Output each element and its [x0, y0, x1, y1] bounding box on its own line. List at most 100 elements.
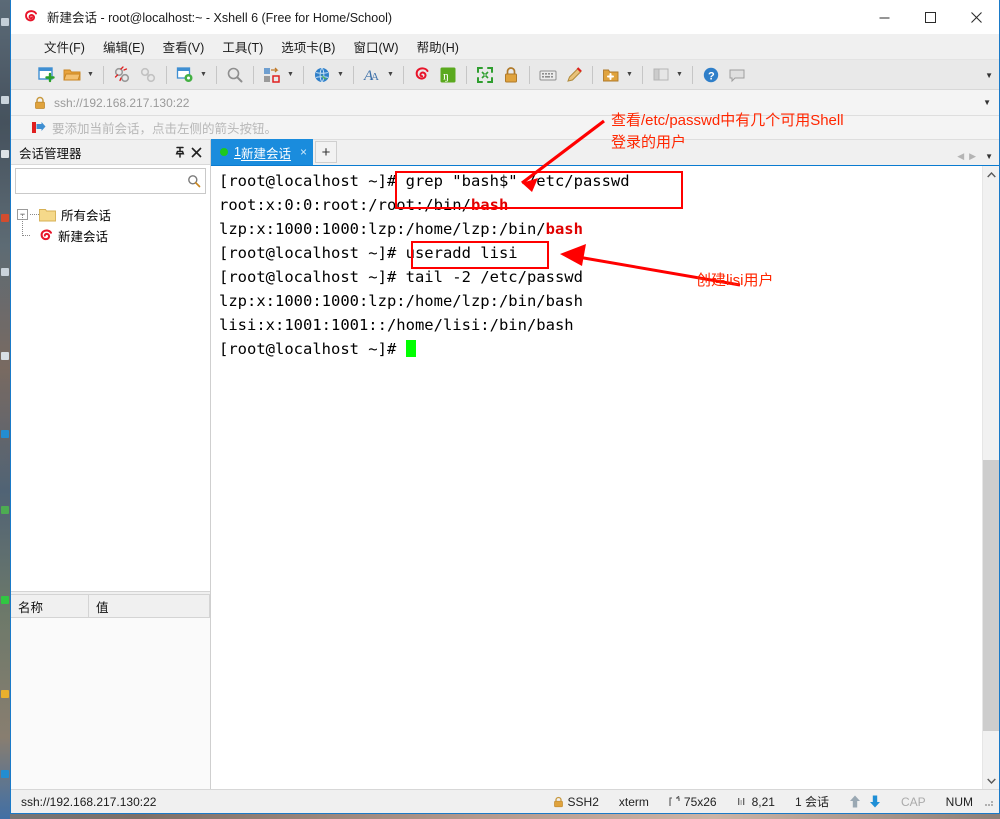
resize-grip-icon[interactable]: [983, 796, 995, 808]
font-icon[interactable]: A A: [360, 63, 384, 87]
address-input[interactable]: ssh://192.168.217.130:22: [54, 96, 189, 110]
taskbar-icon[interactable]: [1, 506, 9, 514]
properties-body: [11, 618, 210, 789]
status-size[interactable]: 75x26: [659, 795, 727, 809]
scroll-down-icon[interactable]: [983, 772, 999, 789]
new-folder-icon[interactable]: [599, 63, 623, 87]
scroll-up-icon[interactable]: [983, 166, 999, 183]
globe-caret-icon[interactable]: ▼: [335, 63, 346, 87]
properties-column-name[interactable]: 名称: [11, 595, 89, 617]
maximize-button[interactable]: [907, 0, 953, 34]
close-icon[interactable]: [188, 144, 204, 160]
layout-caret-icon[interactable]: ▼: [674, 63, 685, 87]
font-caret-icon[interactable]: ▼: [385, 63, 396, 87]
toolbar-overflow-caret-icon[interactable]: ▼: [985, 60, 993, 90]
new-tab-button[interactable]: +: [314, 141, 337, 163]
taskbar-icon[interactable]: [1, 150, 9, 158]
status-terminal-type-label: xterm: [618, 794, 649, 809]
pin-icon[interactable]: [172, 144, 188, 160]
menu-view[interactable]: 查看(V): [154, 34, 214, 59]
toolbar-separator: [642, 65, 643, 84]
search-icon[interactable]: [187, 174, 201, 188]
new-folder-caret-icon[interactable]: ▼: [624, 63, 635, 87]
search-input[interactable]: [20, 173, 187, 189]
open-folder-caret-icon[interactable]: ▼: [85, 63, 96, 87]
menu-file[interactable]: 文件(F): [35, 34, 94, 59]
scrollbar-thumb[interactable]: [983, 459, 999, 731]
session-search-box[interactable]: [15, 168, 206, 194]
feedback-icon[interactable]: [725, 63, 749, 87]
transfer-file-caret-icon[interactable]: ▼: [285, 63, 296, 87]
status-terminal-type[interactable]: xterm: [609, 795, 659, 809]
menu-tools[interactable]: 工具(T): [213, 34, 272, 59]
session-properties-icon[interactable]: [173, 63, 197, 87]
tree-node-label: 新建会话: [58, 230, 109, 244]
xftp-icon[interactable]: ŋ: [436, 63, 460, 87]
terminal-scrollbar[interactable]: [982, 166, 999, 789]
terminal-text: [root@localhost ~]#: [219, 340, 406, 358]
xshell-icon[interactable]: [410, 63, 434, 87]
tab-new-session[interactable]: 1 新建会话 ×: [211, 139, 313, 165]
highlight-icon[interactable]: [562, 63, 586, 87]
session-properties-caret-icon[interactable]: ▼: [198, 63, 209, 87]
tab-next-icon[interactable]: ▶: [969, 151, 976, 162]
lock-icon[interactable]: [499, 63, 523, 87]
properties-column-value[interactable]: 值: [89, 595, 210, 617]
fullscreen-icon[interactable]: [473, 63, 497, 87]
tab-close-icon[interactable]: ×: [300, 145, 307, 159]
tree-node-all-sessions[interactable]: − 所有会话: [17, 204, 210, 225]
new-session-icon[interactable]: [34, 63, 58, 87]
tree-connector: [17, 214, 31, 246]
taskbar-icon[interactable]: [1, 268, 9, 276]
taskbar-icon[interactable]: [1, 96, 9, 104]
menu-help[interactable]: 帮助(H): [408, 34, 468, 59]
help-icon[interactable]: ?: [699, 63, 723, 87]
open-folder-icon[interactable]: [60, 63, 84, 87]
terminal-text: lisi:x:1001:1001::/home/lisi:/bin/bash: [219, 316, 574, 334]
address-dropdown-caret-icon[interactable]: ▼: [983, 98, 991, 107]
windows-taskbar-strip[interactable]: [0, 0, 10, 819]
session-tree: − 所有会话 新建会话: [11, 196, 210, 591]
red-arrow-icon[interactable]: [31, 121, 46, 134]
tab-prev-icon[interactable]: ◀: [957, 151, 964, 162]
cursor-icon: [737, 798, 744, 805]
annotation-grep-note: 查看/etc/passwd中有几个可用Shell 登录的用户: [611, 112, 844, 151]
taskbar-icon[interactable]: [1, 430, 9, 438]
tab-menu-icon[interactable]: ▼: [985, 152, 993, 161]
taskbar-icon[interactable]: [1, 214, 9, 222]
taskbar-icon[interactable]: [1, 596, 9, 604]
close-button[interactable]: [953, 0, 999, 34]
toolbar-separator: [166, 65, 167, 84]
layout-icon[interactable]: [649, 63, 673, 87]
address-bar[interactable]: ssh://192.168.217.130:22 ▼: [11, 90, 999, 116]
disconnect-icon[interactable]: [110, 63, 134, 87]
terminal-output[interactable]: [root@localhost ~]# grep "bash$" /etc/pa…: [211, 166, 982, 789]
title-bar[interactable]: 新建会话 - root@localhost:~ - Xshell 6 (Free…: [11, 0, 999, 34]
globe-icon[interactable]: [310, 63, 334, 87]
find-icon[interactable]: [223, 63, 247, 87]
status-url: ssh://192.168.217.130:22: [21, 794, 157, 809]
status-protocol[interactable]: SSH2: [543, 795, 609, 809]
status-sessions[interactable]: 1 会话: [785, 793, 839, 810]
status-position[interactable]: 8,21: [727, 795, 785, 809]
tree-node-new-session[interactable]: 新建会话: [17, 214, 210, 246]
menu-tab[interactable]: 选项卡(B): [272, 34, 344, 59]
tab-bar: 1 新建会话 × + ◀ ▶ ▼: [211, 139, 999, 166]
taskbar-icon[interactable]: [1, 18, 9, 26]
toolbar-separator: [529, 65, 530, 84]
menu-edit[interactable]: 编辑(E): [94, 34, 154, 59]
session-manager-header: 会话管理器: [11, 140, 210, 165]
minimize-button[interactable]: [861, 0, 907, 34]
taskbar-icon[interactable]: [1, 352, 9, 360]
taskbar-icon[interactable]: [1, 770, 9, 778]
lock-icon: [553, 796, 563, 807]
scrollbar-track[interactable]: [983, 183, 999, 772]
status-size-label: 75x26: [683, 794, 717, 809]
taskbar-icon[interactable]: [1, 690, 9, 698]
window-title: 新建会话 - root@localhost:~ - Xshell 6 (Free…: [47, 11, 393, 25]
reconnect-icon[interactable]: [136, 63, 160, 87]
terminal-area: [root@localhost ~]# grep "bash$" /etc/pa…: [211, 166, 999, 789]
keyboard-icon[interactable]: [536, 63, 560, 87]
transfer-file-icon[interactable]: [260, 63, 284, 87]
menu-window[interactable]: 窗口(W): [344, 34, 407, 59]
